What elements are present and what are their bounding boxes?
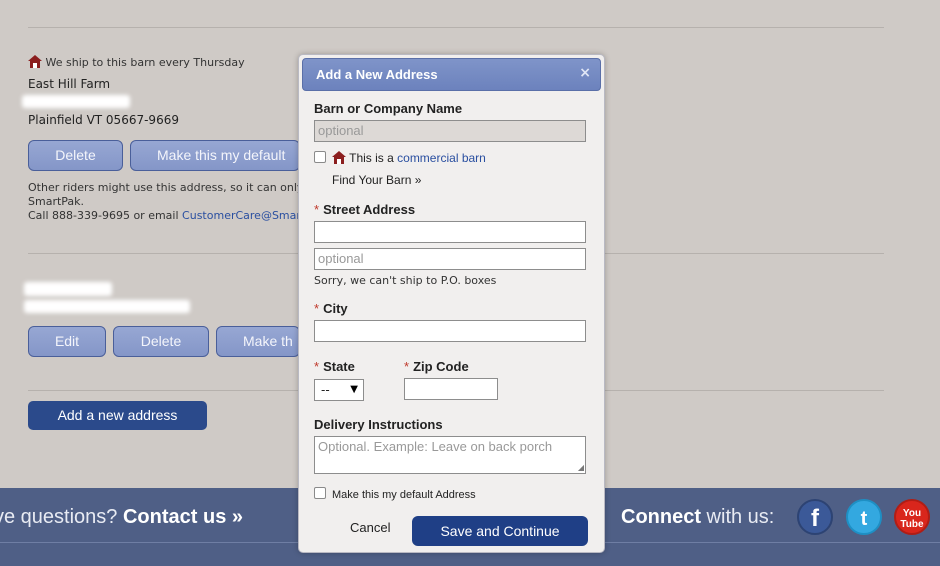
make-default-button[interactable]: Make this my default — [130, 140, 300, 171]
delivery-instructions-textarea[interactable]: Optional. Example: Leave on back porch ◢ — [314, 436, 586, 474]
make-default-button[interactable]: Make th — [216, 326, 300, 357]
add-new-address-button[interactable]: Add a new address — [28, 401, 207, 430]
redacted-address — [24, 300, 190, 313]
contact-line: Call 888-339-9695 or email CustomerCare@… — [28, 209, 312, 222]
facebook-icon[interactable]: f — [797, 499, 833, 535]
connect-text: Connect with us: — [621, 506, 775, 528]
barn-name-input[interactable]: optional — [314, 120, 586, 142]
barn-note: We ship to this barn every Thursday — [28, 55, 245, 69]
barn-name-label: Barn or Company Name — [314, 101, 463, 116]
cancel-button[interactable]: Cancel — [350, 520, 390, 535]
add-address-modal: Add a New Address × Barn or Company Name… — [298, 54, 605, 553]
delete-button[interactable]: Delete — [113, 326, 209, 357]
zip-code-input[interactable] — [404, 378, 498, 400]
shared-address-notice-2: SmartPak. — [28, 195, 85, 208]
customer-care-email-link[interactable]: CustomerCare@SmartP — [182, 209, 312, 222]
street-address-2-input[interactable]: optional — [314, 248, 586, 270]
delete-button[interactable]: Delete — [28, 140, 123, 171]
close-icon[interactable]: × — [579, 65, 591, 81]
save-and-continue-button[interactable]: Save and Continue — [412, 516, 588, 546]
barn-icon — [332, 151, 346, 164]
youtube-icon[interactable]: You Tube — [894, 499, 930, 535]
dropdown-arrow-icon: ▼ — [350, 384, 358, 395]
modal-title: Add a New Address — [316, 67, 438, 82]
po-box-note: Sorry, we can't ship to P.O. boxes — [314, 274, 497, 287]
commercial-barn-checkbox[interactable] — [314, 151, 326, 163]
street-address-input[interactable] — [314, 221, 586, 243]
redacted-street — [22, 95, 130, 108]
city-input[interactable] — [314, 320, 586, 342]
modal-header: Add a New Address × — [302, 58, 601, 91]
address-city-line: Plainfield VT 05667-9669 — [28, 113, 179, 127]
commercial-barn-link[interactable]: commercial barn — [397, 151, 486, 165]
shared-address-notice: Other riders might use this address, so … — [28, 181, 304, 194]
resize-handle-icon[interactable]: ◢ — [578, 463, 584, 472]
barn-icon — [28, 55, 42, 68]
city-label: * City — [314, 301, 348, 316]
default-address-label: Make this my default Address — [332, 489, 476, 501]
edit-button[interactable]: Edit — [28, 326, 106, 357]
address-name: East Hill Farm — [28, 77, 111, 91]
state-select[interactable]: -- ▼ — [314, 379, 364, 401]
divider — [28, 27, 884, 28]
zip-code-label: * Zip Code — [404, 359, 469, 374]
twitter-icon[interactable]: t — [846, 499, 882, 535]
default-address-checkbox[interactable] — [314, 487, 326, 499]
state-label: * State — [314, 359, 355, 374]
commercial-barn-label: This is a commercial barn — [332, 151, 486, 165]
street-address-label: * Street Address — [314, 202, 416, 217]
contact-us-link[interactable]: Contact us » — [123, 506, 243, 528]
redacted-name — [24, 282, 112, 296]
delivery-instructions-label: Delivery Instructions — [314, 417, 443, 432]
questions-text: ve questions? Contact us » — [0, 506, 244, 528]
find-your-barn-link[interactable]: Find Your Barn » — [332, 173, 421, 187]
